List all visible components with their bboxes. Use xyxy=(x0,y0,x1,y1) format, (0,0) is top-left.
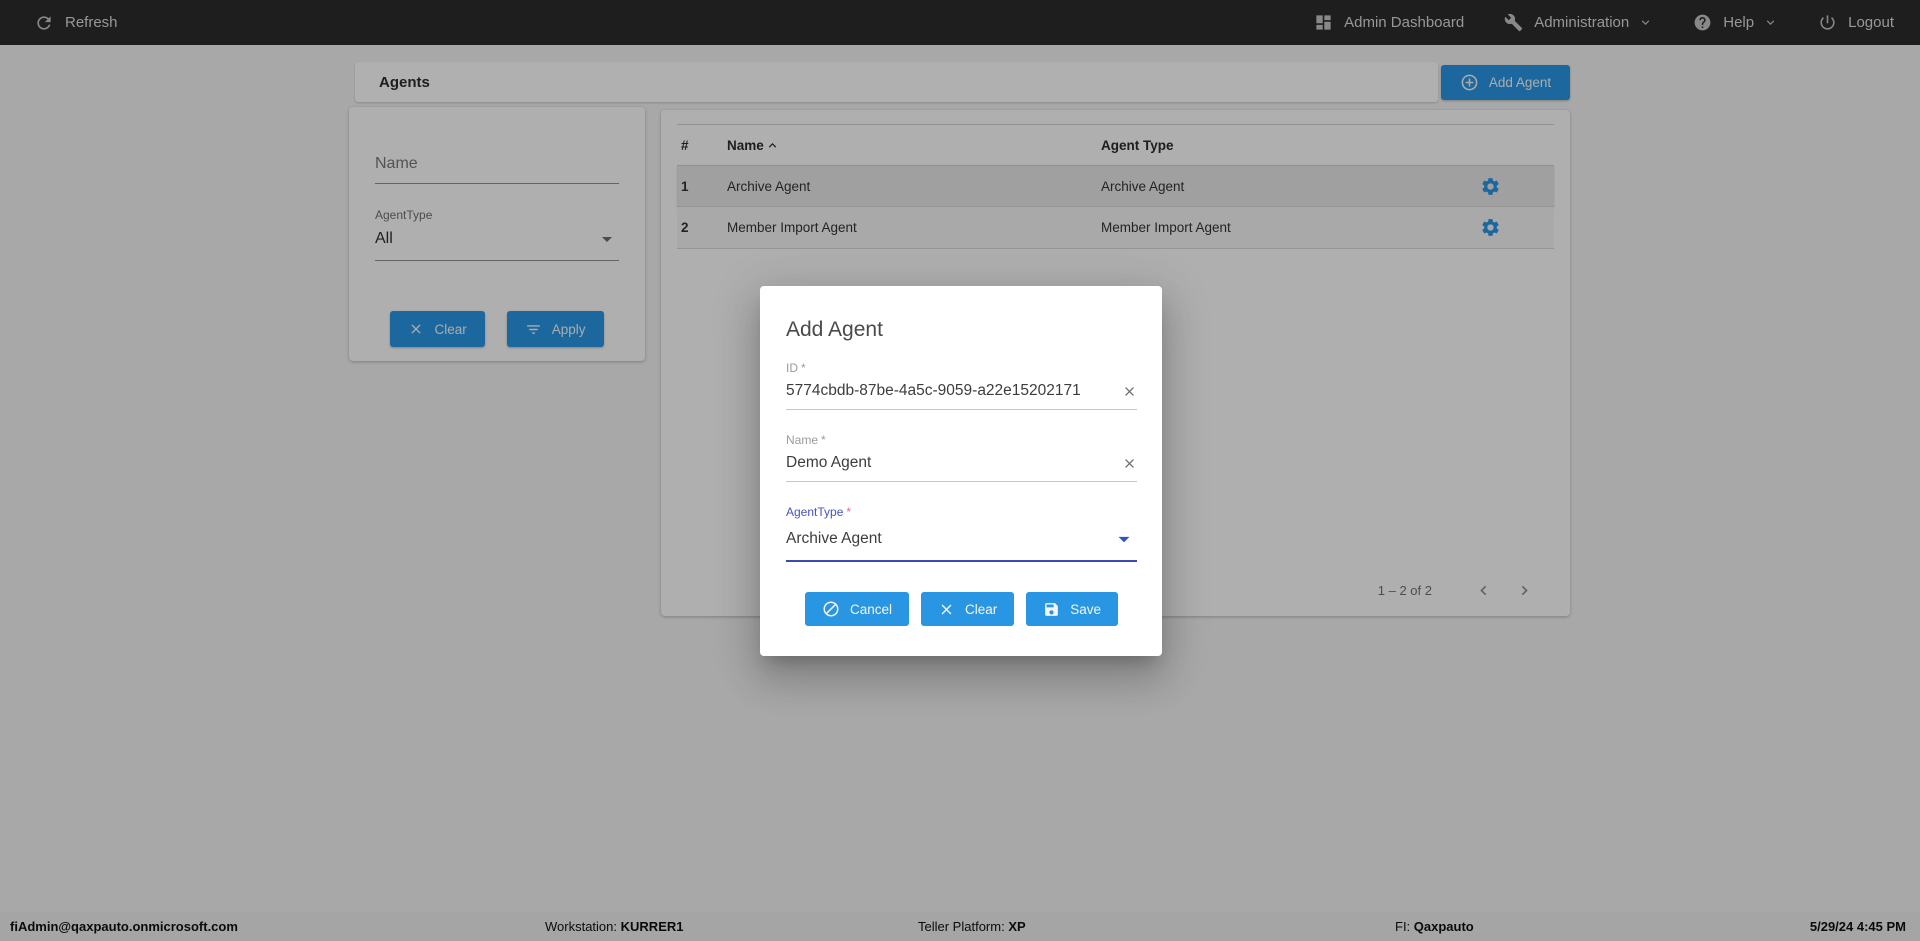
agent-type-field-label: AgentType* xyxy=(786,505,1137,519)
add-agent-dialog: Add Agent ID* 5774cbdb-87be-4a5c-9059-a2… xyxy=(760,286,1162,656)
clear-field-icon[interactable] xyxy=(1122,456,1137,471)
clear-field-icon[interactable] xyxy=(1122,384,1137,399)
required-marker: * xyxy=(846,505,851,519)
dialog-buttons: Cancel Clear Save xyxy=(786,592,1137,626)
save-button[interactable]: Save xyxy=(1026,592,1118,626)
required-marker: * xyxy=(821,433,826,447)
close-icon xyxy=(938,601,955,618)
required-marker: * xyxy=(801,361,806,375)
dropdown-arrow-icon xyxy=(1111,526,1137,552)
save-label: Save xyxy=(1070,602,1101,617)
agent-type-select[interactable]: Archive Agent xyxy=(786,519,1137,562)
id-field-label: ID* xyxy=(786,361,1137,375)
id-field: ID* 5774cbdb-87be-4a5c-9059-a22e15202171 xyxy=(786,361,1137,410)
agent-type-field: AgentType* Archive Agent xyxy=(786,505,1137,562)
name-input[interactable]: Demo Agent xyxy=(786,454,1122,472)
block-icon xyxy=(822,600,840,618)
id-input[interactable]: 5774cbdb-87be-4a5c-9059-a22e15202171 xyxy=(786,382,1122,400)
save-icon xyxy=(1043,601,1060,618)
cancel-label: Cancel xyxy=(850,602,892,617)
clear-label: Clear xyxy=(965,602,997,617)
agent-type-value: Archive Agent xyxy=(786,530,1111,548)
name-field: Name* Demo Agent xyxy=(786,433,1137,482)
name-field-label: Name* xyxy=(786,433,1137,447)
clear-button[interactable]: Clear xyxy=(921,592,1014,626)
dialog-title: Add Agent xyxy=(786,318,1137,342)
cancel-button[interactable]: Cancel xyxy=(805,592,909,626)
